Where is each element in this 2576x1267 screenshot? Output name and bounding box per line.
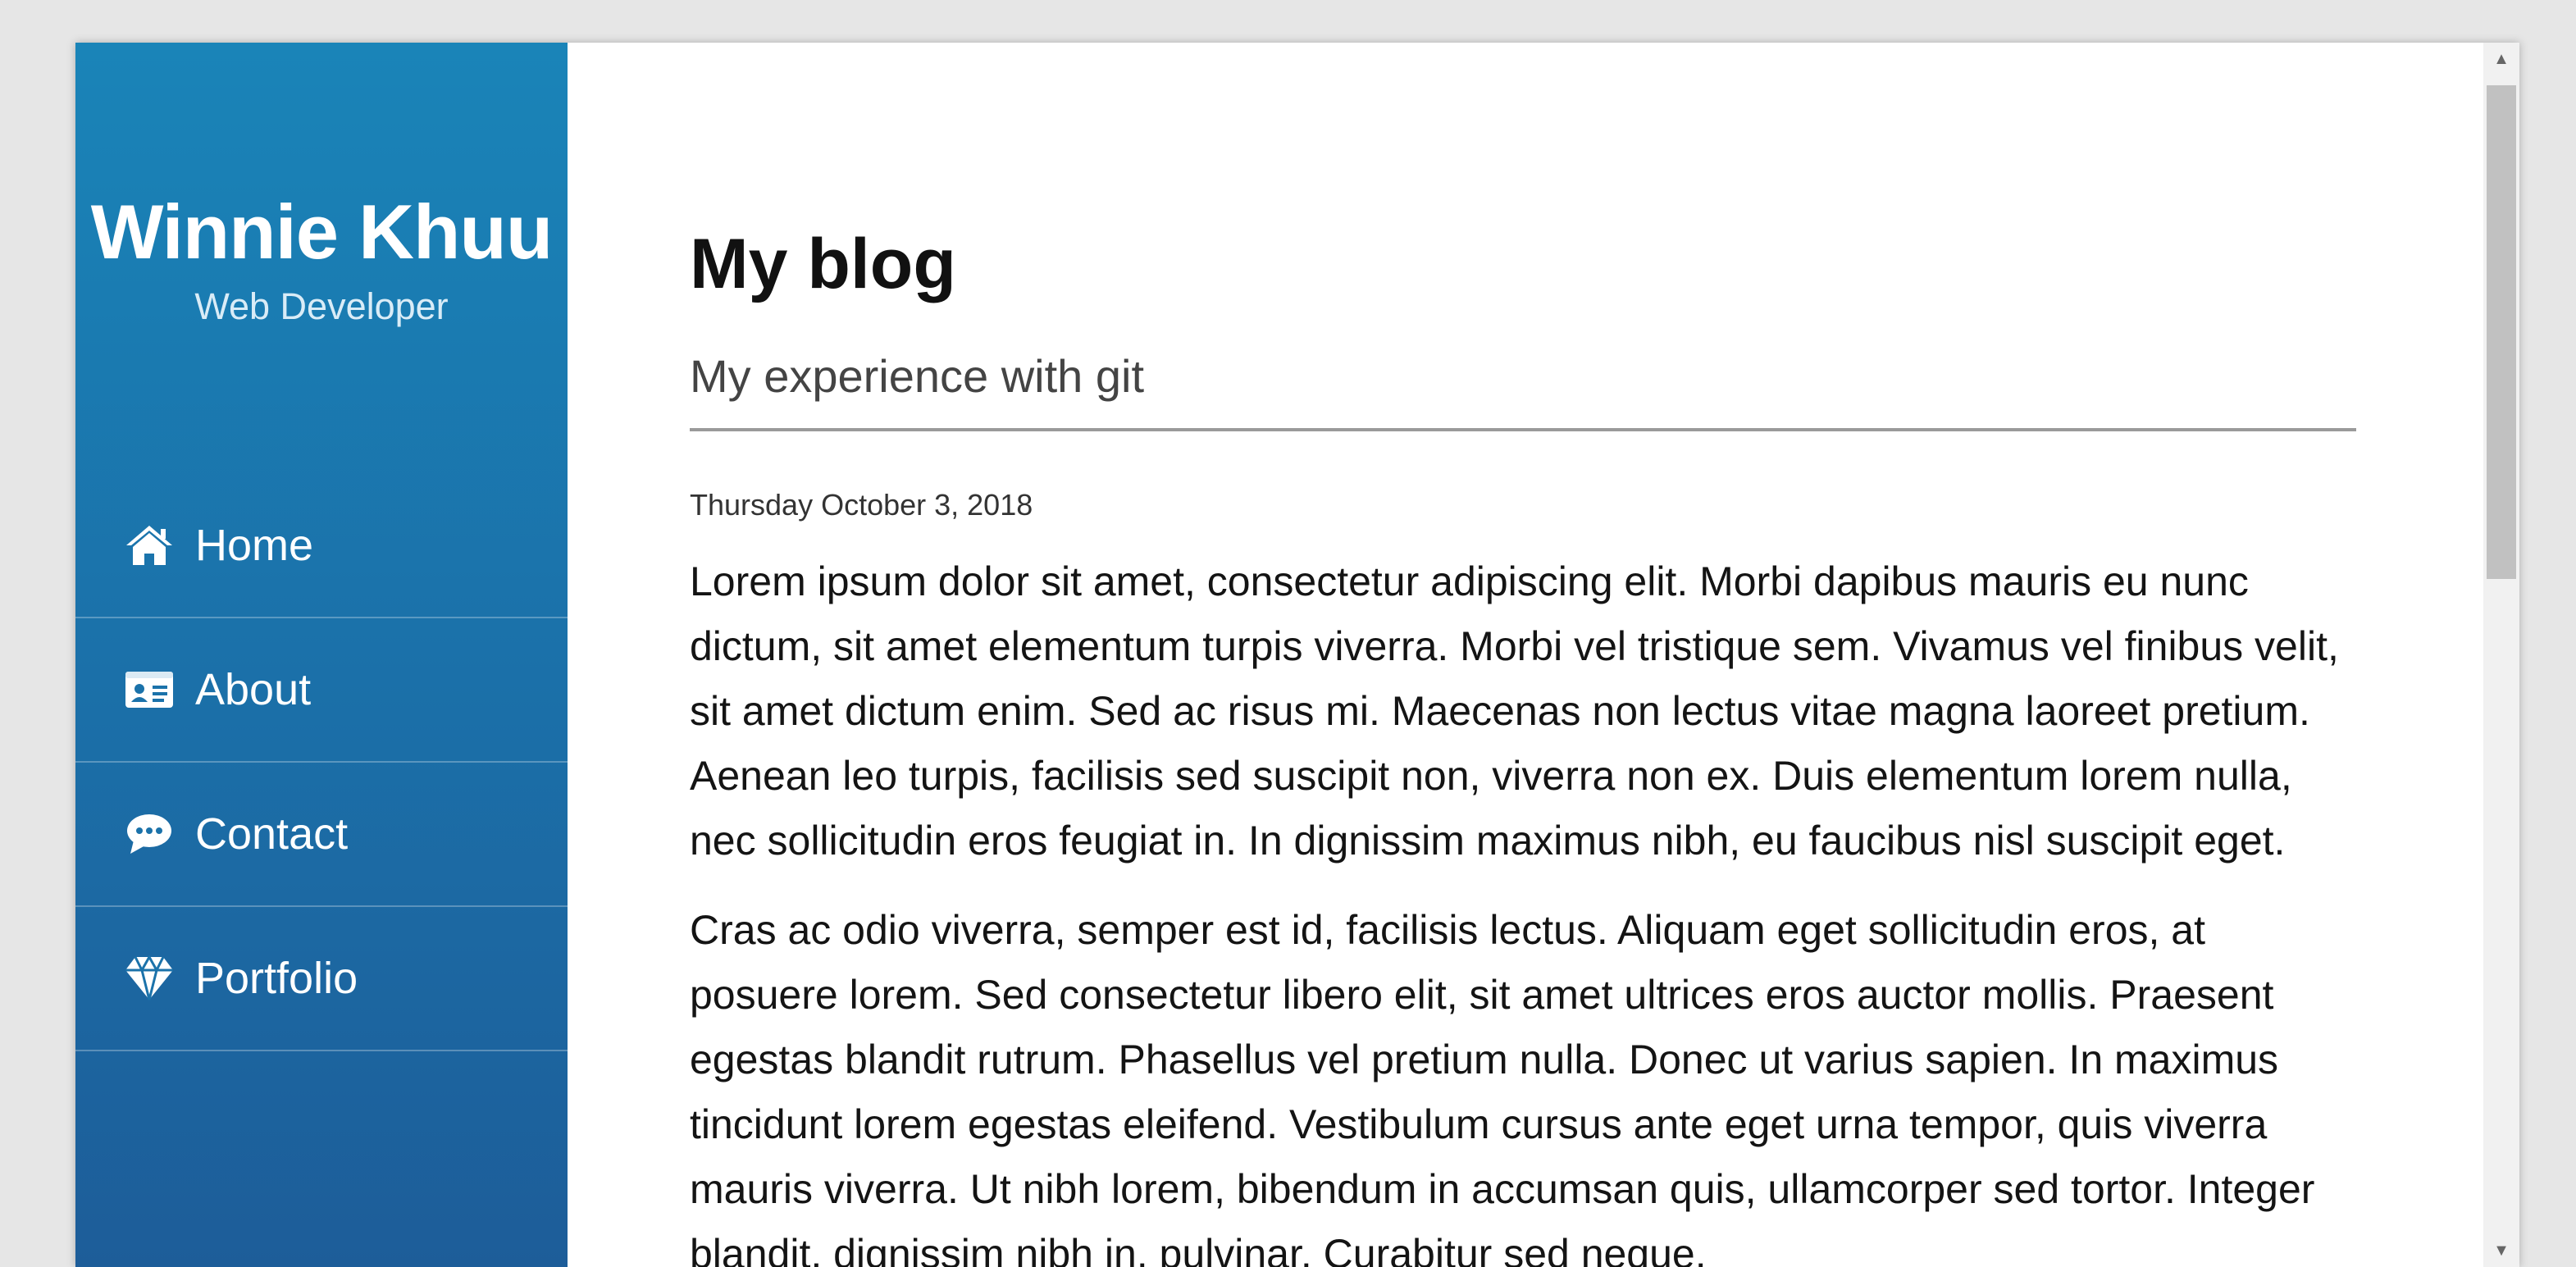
brand-name: Winnie Khuu [90, 189, 554, 275]
home-icon [123, 521, 176, 570]
post-paragraph: Cras ac odio viverra, semper est id, fac… [690, 907, 2315, 1267]
sidebar-item-contact[interactable]: Contact [75, 763, 568, 907]
post-date: Thursday October 3, 2018 [690, 488, 1033, 522]
chat-bubble-icon [123, 809, 176, 859]
id-card-icon [123, 665, 176, 714]
sidebar-item-label: Portfolio [195, 954, 358, 1003]
sidebar-item-home[interactable]: Home [75, 474, 568, 618]
sidebar: Winnie Khuu Web Developer Home About Con… [75, 43, 568, 1267]
post-title[interactable]: My experience with git [690, 346, 2356, 431]
scroll-down-arrow-icon[interactable]: ▼ [2483, 1234, 2519, 1267]
sidebar-item-label: Home [195, 521, 314, 570]
page-title: My blog [690, 225, 956, 303]
brand-role: Web Developer [194, 285, 449, 327]
main-content: My blog My experience with git Thursday … [568, 43, 2483, 1267]
sidebar-item-about[interactable]: About [75, 618, 568, 763]
brand: Winnie Khuu Web Developer [75, 187, 568, 328]
sidebar-item-label: Contact [195, 809, 349, 859]
post-body: Lorem ipsum dolor sit amet, consectetur … [690, 549, 2363, 1267]
vertical-scrollbar[interactable]: ▲ ▼ [2483, 43, 2519, 1267]
post-paragraph: Lorem ipsum dolor sit amet, consectetur … [690, 558, 2339, 864]
sidebar-item-portfolio[interactable]: Portfolio [75, 907, 568, 1051]
scroll-thumb[interactable] [2487, 85, 2516, 579]
sidebar-nav: Home About Contact Portfolio [75, 474, 568, 1051]
sidebar-item-label: About [195, 665, 312, 714]
scroll-up-arrow-icon[interactable]: ▲ [2483, 43, 2519, 75]
browser-viewport: Winnie Khuu Web Developer Home About Con… [75, 43, 2519, 1267]
diamond-icon [123, 954, 176, 1003]
